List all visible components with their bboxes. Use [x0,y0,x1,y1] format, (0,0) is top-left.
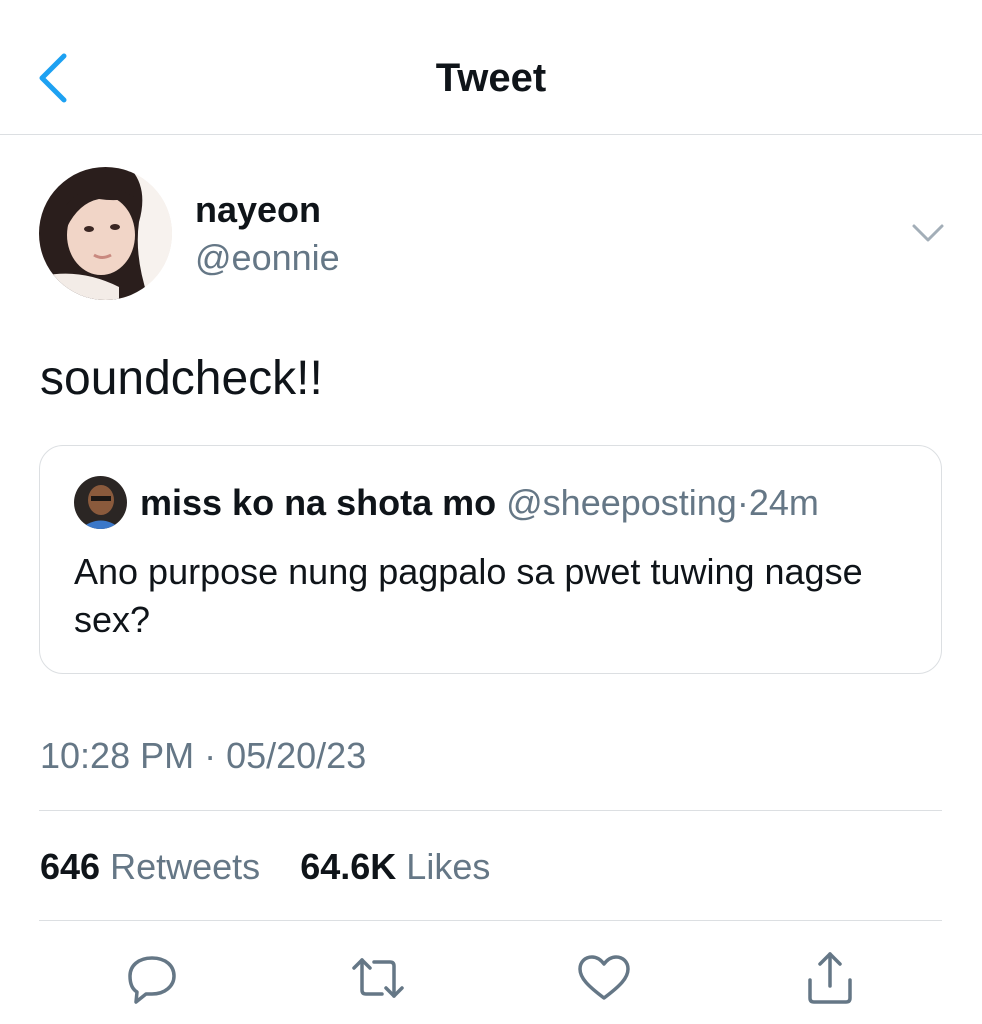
page-title: Tweet [435,56,547,100]
retweets-label: Retweets [110,846,261,887]
likes-label: Likes [406,846,491,887]
author-handle[interactable]: @eonnie [195,236,340,280]
separator-dot: · [736,482,749,523]
quoted-tweet-card[interactable]: miss ko na shota mo @sheeposting·24m Ano… [39,445,942,674]
more-options-button[interactable] [908,218,948,248]
reply-icon [128,956,176,1004]
retweets-stat[interactable]: 646 Retweets [40,846,270,887]
chevron-down-icon [912,224,944,242]
divider [39,920,942,921]
quoted-author-name: miss ko na shota mo [140,482,497,523]
share-button[interactable] [802,950,858,1006]
heart-icon [578,955,630,1000]
retweets-count: 646 [40,846,101,887]
quoted-avatar-photo [74,476,127,529]
quoted-author-avatar [74,476,127,529]
retweet-button[interactable] [350,950,406,1006]
likes-stat[interactable]: 64.6K Likes [300,846,490,887]
quoted-tweet-text: Ano purpose nung pagpalo sa pwet tuwing … [74,551,863,640]
quoted-tweet-time: 24m [748,482,819,523]
top-navigation-bar: Tweet [0,0,982,135]
author-avatar[interactable] [39,167,172,300]
likes-count: 64.6K [300,846,397,887]
tweet-timestamp: 10:28 PM · 05/20/23 [40,735,367,776]
share-icon [808,952,852,1004]
divider [39,810,942,811]
quoted-tweet-header: miss ko na shota mo @sheeposting·24m [140,481,819,525]
retweet-icon [352,958,404,998]
like-button[interactable] [576,950,632,1006]
author-display-name[interactable]: nayeon [195,188,321,232]
reply-button[interactable] [124,950,180,1006]
avatar-photo [39,167,172,300]
engagement-stats: 646 Retweets 64.6K Likes [40,845,490,889]
tweet-text: soundcheck!! [40,352,323,405]
quoted-author-handle: @sheeposting [506,482,737,523]
